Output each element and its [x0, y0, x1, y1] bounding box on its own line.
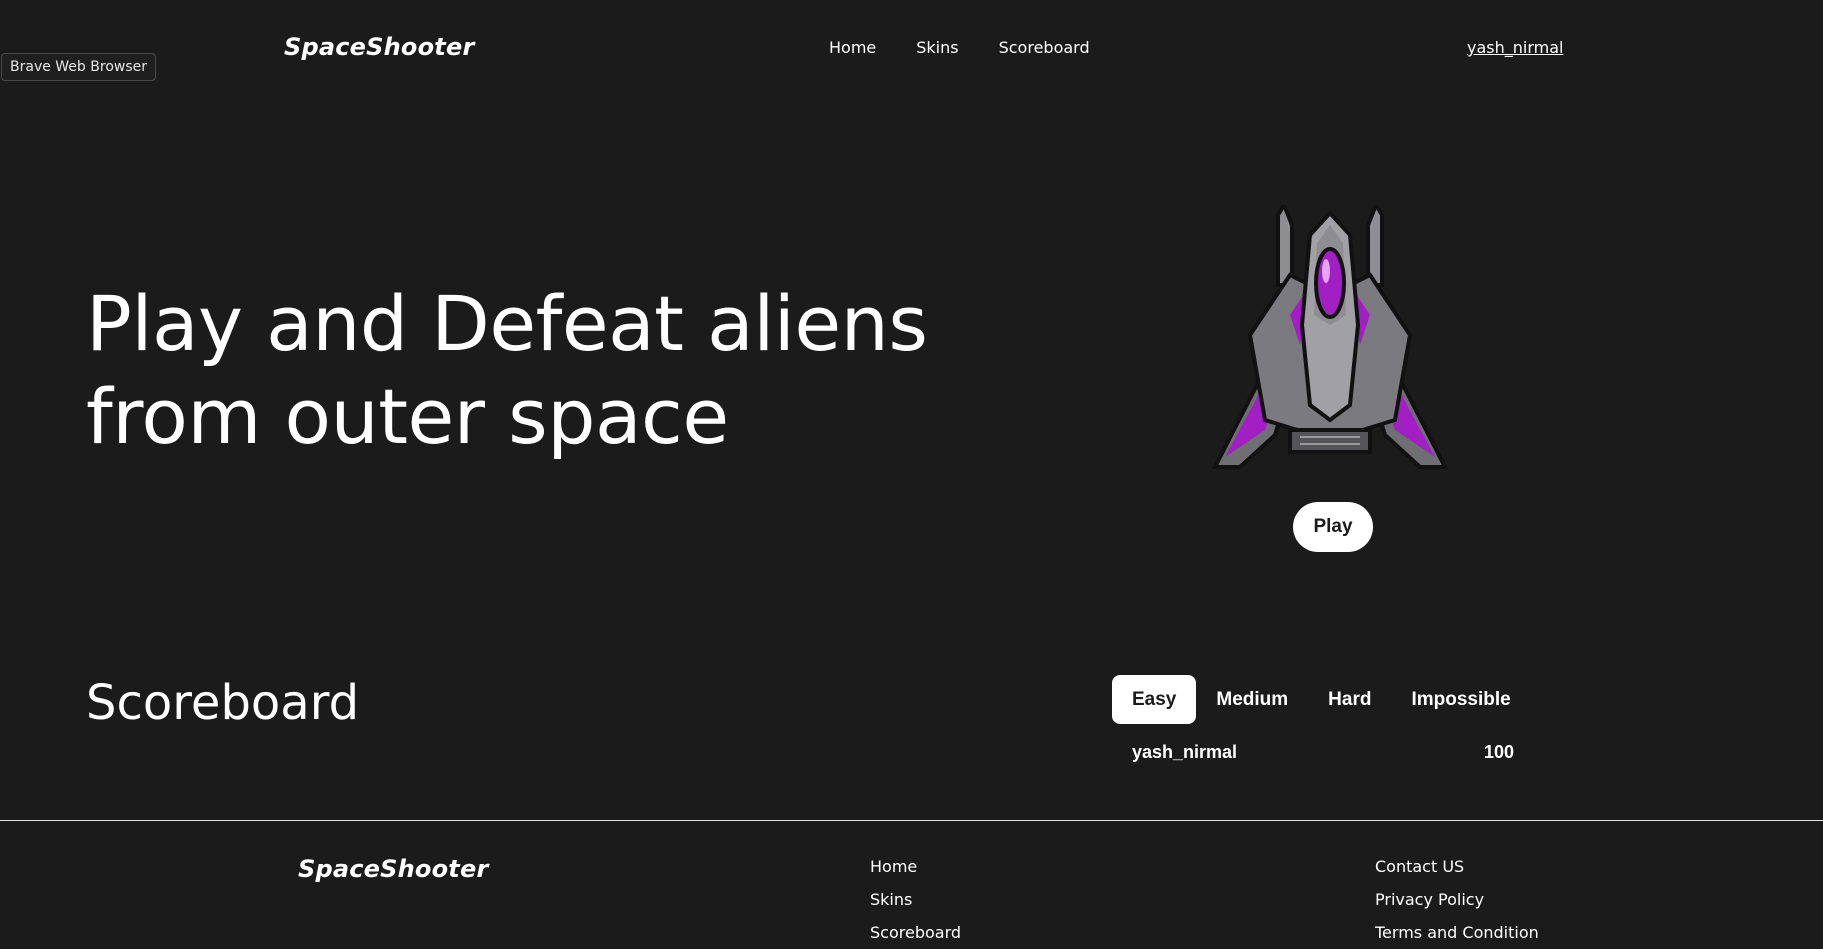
footer-info-links: Contact US Privacy Policy Terms and Cond…: [1375, 857, 1539, 942]
footer-link-terms[interactable]: Terms and Condition: [1375, 923, 1539, 942]
main-nav: Home Skins Scoreboard: [829, 38, 1090, 57]
nav-skins[interactable]: Skins: [916, 38, 958, 57]
footer-brand-logo[interactable]: SpaceShooter: [298, 855, 489, 883]
scoreboard-title: Scoreboard: [86, 675, 360, 731]
footer-link-contact[interactable]: Contact US: [1375, 857, 1539, 876]
footer-link-scoreboard[interactable]: Scoreboard: [870, 923, 961, 942]
hero-title-line-1: Play and Defeat aliens: [86, 279, 928, 368]
score-row: yash_nirmal 100: [1132, 742, 1514, 763]
site-footer: SpaceShooter Home Skins Scoreboard Conta…: [0, 820, 1823, 949]
brand-logo[interactable]: SpaceShooter: [284, 33, 475, 61]
footer-link-skins[interactable]: Skins: [870, 890, 961, 909]
score-player-name: yash_nirmal: [1132, 742, 1238, 762]
tab-impossible[interactable]: Impossible: [1391, 675, 1530, 724]
play-button[interactable]: Play: [1293, 502, 1373, 552]
footer-nav-links: Home Skins Scoreboard: [870, 857, 961, 942]
spaceship-icon: [1211, 205, 1449, 469]
user-profile-link[interactable]: yash_nirmal: [1467, 38, 1563, 57]
difficulty-tabs: Easy Medium Hard Impossible: [1112, 675, 1531, 724]
nav-scoreboard[interactable]: Scoreboard: [999, 38, 1090, 57]
tab-medium[interactable]: Medium: [1196, 675, 1308, 724]
tab-hard[interactable]: Hard: [1308, 675, 1391, 724]
browser-tooltip: Brave Web Browser: [1, 53, 156, 81]
hero-title: Play and Defeat aliens from outer space: [86, 277, 986, 463]
nav-home[interactable]: Home: [829, 38, 876, 57]
score-value: 100: [1483, 742, 1514, 762]
footer-link-home[interactable]: Home: [870, 857, 961, 876]
page: Brave Web Browser SpaceShooter Home Skin…: [0, 0, 1823, 949]
hero-title-line-2: from outer space: [86, 372, 729, 461]
tab-easy[interactable]: Easy: [1112, 675, 1197, 724]
footer-link-privacy[interactable]: Privacy Policy: [1375, 890, 1539, 909]
